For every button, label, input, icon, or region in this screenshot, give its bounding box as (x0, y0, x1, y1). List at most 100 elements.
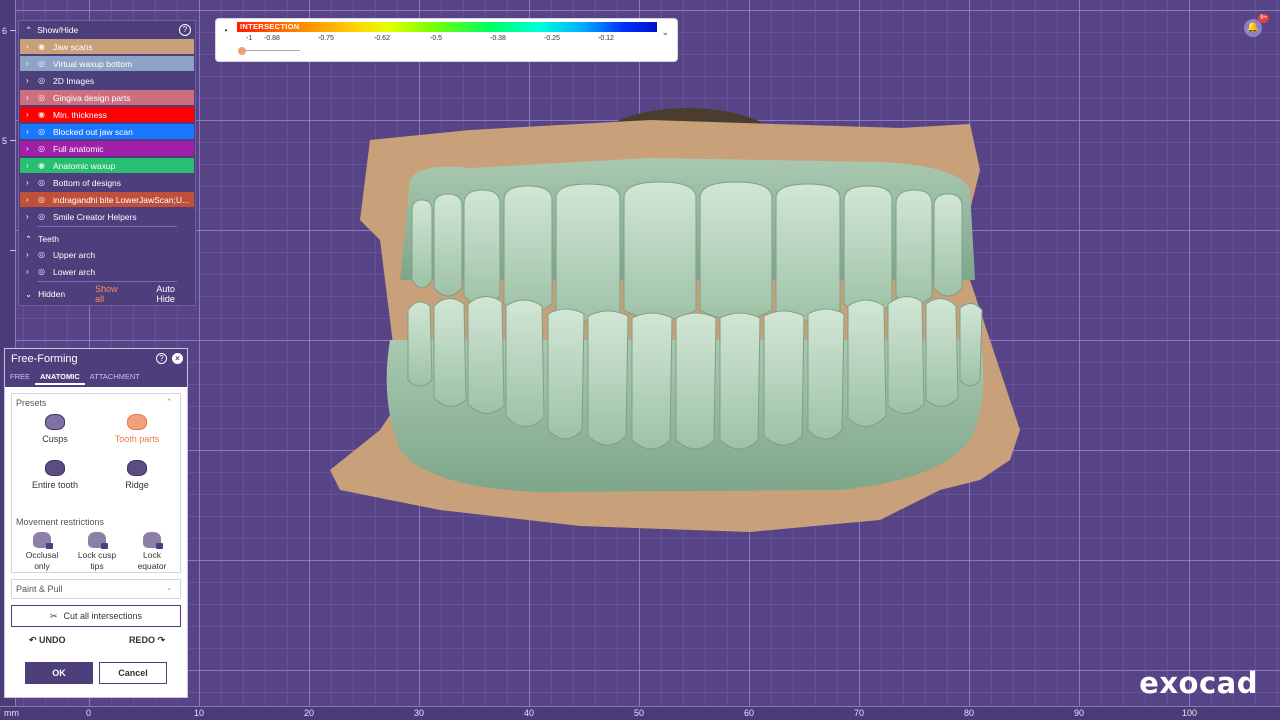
hidden-section: ⌄ Hidden Show all Auto Hide (19, 284, 195, 304)
eye-off-icon[interactable]: ◎ (38, 267, 47, 276)
tab-attachment[interactable]: ATTACHMENT (85, 371, 145, 385)
redo-button[interactable]: REDO ↷ (129, 635, 165, 646)
undo-button[interactable]: ↶ UNDO (29, 635, 66, 646)
intersection-panel: ◔ INTERSECTION -1 -0.88 -0.75 -0.62 -0.5… (215, 18, 678, 62)
tab-anatomic[interactable]: ANATOMIC (35, 371, 85, 385)
eye-icon[interactable]: ◉ (38, 42, 47, 51)
eye-icon[interactable]: ◉ (38, 161, 47, 170)
paint-pull-label: Paint & Pull (16, 584, 63, 594)
help-icon[interactable]: ? (156, 353, 167, 364)
chevron-right-icon[interactable]: › (26, 42, 32, 51)
movement-title: Movement restrictions (16, 517, 105, 527)
help-icon[interactable]: ? (179, 24, 191, 36)
chevron-up-icon[interactable]: ⌃ (166, 398, 172, 406)
eye-off-icon[interactable]: ◎ (38, 250, 47, 259)
movement-label: Lock equator (137, 550, 167, 571)
preset-tooth-parts[interactable]: Tooth parts (102, 414, 172, 444)
preset-label: Ridge (125, 480, 149, 490)
teeth-section-header[interactable]: ⌃ Teeth (19, 231, 195, 247)
chevron-right-icon[interactable]: › (26, 127, 32, 136)
ruler-label: 6 (2, 26, 8, 36)
show-all-button[interactable]: Show all (95, 284, 128, 304)
ruler-label: 100 (1182, 708, 1198, 718)
chevron-right-icon[interactable]: › (26, 267, 32, 276)
preset-cusps[interactable]: Cusps (20, 414, 90, 444)
chevron-down-icon[interactable]: ⌄ (661, 27, 669, 38)
lock-cusp-tips-button[interactable]: Lock cusp tips (69, 532, 125, 572)
dental-model[interactable] (320, 100, 1040, 540)
eye-off-icon[interactable]: ◎ (38, 178, 47, 187)
presets-title[interactable]: Presets (12, 394, 180, 412)
auto-hide-button[interactable]: Auto Hide (156, 284, 195, 304)
sidebar-item-blocked-out-jaw-scan[interactable]: › ◎ Blocked out jaw scan (20, 124, 194, 139)
ruler-label: 70 (854, 708, 865, 718)
eye-off-icon[interactable]: ◎ (38, 212, 47, 221)
paint-pull-section[interactable]: Paint & Pull ⌄ (11, 579, 181, 599)
preset-label: Entire tooth (31, 480, 79, 490)
chevron-down-icon[interactable]: ⌄ (166, 584, 172, 592)
sidebar-item-upper-arch[interactable]: › ◎ Upper arch (20, 247, 194, 262)
preset-ridge[interactable]: Ridge (102, 460, 172, 490)
exocad-logo: exocad (1139, 666, 1258, 700)
chevron-right-icon[interactable]: › (26, 195, 32, 204)
movement-label: Lock cusp tips (77, 550, 117, 571)
chevron-right-icon[interactable]: › (26, 161, 32, 170)
show-hide-header[interactable]: ⌃ Show/Hide (19, 21, 195, 39)
intersection-slider-handle[interactable] (238, 47, 246, 55)
sidebar-item-smile-creator-helpers[interactable]: › ◎ Smile Creator Helpers (20, 209, 194, 224)
eye-off-icon[interactable]: ◎ (38, 127, 47, 136)
chevron-up-icon: ⌃ (25, 233, 33, 244)
sidebar-item-2d-images[interactable]: › ◎ 2D Images (20, 73, 194, 88)
eye-off-icon[interactable]: ◎ (38, 195, 47, 204)
eye-off-icon[interactable]: ◎ (38, 59, 47, 68)
chevron-right-icon[interactable]: › (26, 76, 32, 85)
chevron-right-icon[interactable]: › (26, 250, 32, 259)
sidebar-item-virtual-waxup-bottom[interactable]: › ◎ Virtual waxup bottom (20, 56, 194, 71)
ruler-tick (10, 30, 16, 31)
sidebar-item-min-thickness[interactable]: › ◉ Min. thickness (20, 107, 194, 122)
sidebar-item-indragandhi-bite-lowerjawscan-u[interactable]: › ◎ indragandhi bite LowerJawScan;U... (20, 192, 194, 207)
intersection-slider-track[interactable] (242, 50, 300, 51)
eye-off-icon[interactable]: ◎ (38, 144, 47, 153)
divider (37, 281, 177, 282)
eye-icon[interactable]: ◉ (38, 110, 47, 119)
ok-button[interactable]: OK (25, 662, 93, 684)
chevron-down-icon[interactable]: ⌄ (25, 289, 32, 300)
chevron-right-icon[interactable]: › (26, 110, 32, 119)
eye-off-icon[interactable]: ◎ (38, 76, 47, 85)
teeth-section-label: Teeth (38, 234, 59, 244)
cancel-button[interactable]: Cancel (99, 662, 167, 684)
chevron-right-icon[interactable]: › (26, 178, 32, 187)
eye-off-icon[interactable]: ◎ (38, 93, 47, 102)
item-label: Jaw scans (53, 41, 93, 52)
movement-label: Occlusal only (25, 550, 59, 571)
cut-all-intersections-button[interactable]: ✂ Cut all intersections (11, 605, 181, 627)
notification-badge: 9+ (1258, 14, 1269, 23)
chevron-right-icon[interactable]: › (26, 144, 32, 153)
ruler-label: 60 (744, 708, 755, 718)
preset-entire-tooth[interactable]: Entire tooth (20, 460, 90, 490)
ruler-label: 0 (86, 708, 92, 718)
notifications-button[interactable]: 🔔 9+ (1244, 14, 1269, 37)
sidebar-item-lower-arch[interactable]: › ◎ Lower arch (20, 264, 194, 279)
item-label: Upper arch (53, 249, 96, 260)
show-hide-title: Show/Hide (37, 25, 79, 35)
sidebar-item-full-anatomic[interactable]: › ◎ Full anatomic (20, 141, 194, 156)
occlusal-only-button[interactable]: Occlusal only (14, 532, 70, 572)
presets-section: Presets ⌃ Cusps Tooth parts Entire tooth… (11, 393, 181, 573)
sidebar-item-gingiva-design-parts[interactable]: › ◎ Gingiva design parts (20, 90, 194, 105)
close-icon[interactable]: × (172, 353, 183, 364)
tab-free[interactable]: FREE (5, 371, 35, 385)
sidebar-item-anatomic-waxup[interactable]: › ◉ Anatomic waxup (20, 158, 194, 173)
ridge-icon (127, 460, 147, 476)
lock-equator-button[interactable]: Lock equator (124, 532, 180, 572)
chevron-right-icon[interactable]: › (26, 212, 32, 221)
chevron-right-icon[interactable]: › (26, 93, 32, 102)
ruler-label: 90 (1074, 708, 1085, 718)
item-label: Anatomic waxup (53, 160, 116, 171)
chevron-right-icon[interactable]: › (26, 59, 32, 68)
sidebar-item-jaw-scans[interactable]: › ◉ Jaw scans (20, 39, 194, 54)
item-label: 2D Images (53, 75, 95, 86)
sidebar-item-bottom-of-designs[interactable]: › ◎ Bottom of designs (20, 175, 194, 190)
item-label: indragandhi bite LowerJawScan;U... (53, 194, 190, 205)
